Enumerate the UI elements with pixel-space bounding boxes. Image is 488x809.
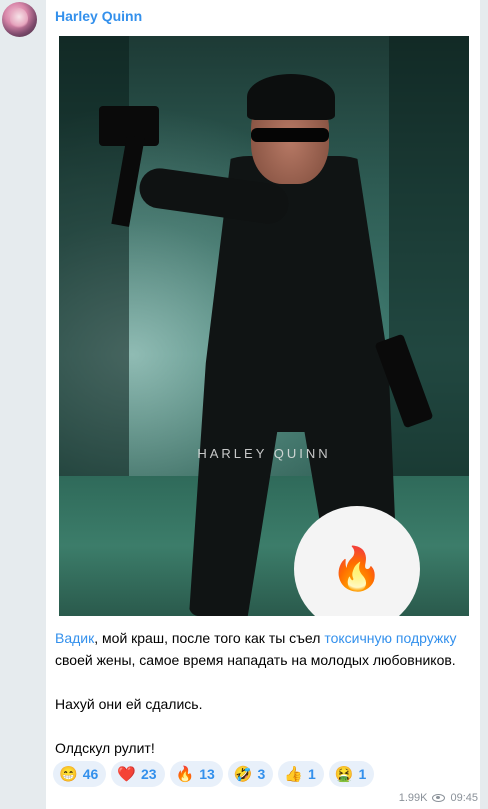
- inline-link[interactable]: токсичную подружку: [324, 630, 456, 646]
- reaction-rofl[interactable]: 🤣 3: [227, 761, 274, 787]
- caption-paragraph-3: Олдскул рулит!: [55, 740, 155, 756]
- reaction-thumbs-up[interactable]: 👍 1: [278, 761, 324, 787]
- mention-link[interactable]: Вадик: [55, 630, 94, 646]
- reaction-vomit[interactable]: 🤮 1: [328, 761, 375, 787]
- message-caption: Вадик, мой краш, после того как ты съел …: [55, 627, 473, 759]
- rofl-emoji-icon: 🤣: [233, 765, 253, 783]
- photo-watermark: HARLEY QUINN: [197, 446, 331, 461]
- caption-paragraph-2: Нахуй они ей сдались.: [55, 696, 203, 712]
- reaction-count: 13: [199, 766, 215, 782]
- photo-wall-panel: [59, 36, 129, 476]
- reaction-grin[interactable]: 😁 46: [53, 761, 107, 787]
- sender-name[interactable]: Harley Quinn: [55, 8, 142, 24]
- reaction-fire[interactable]: 🔥 13: [169, 761, 223, 787]
- vomit-emoji-icon: 🤮: [334, 765, 354, 783]
- fire-emoji-icon: 🔥: [175, 765, 195, 783]
- photo-figure-beanie: [247, 74, 335, 120]
- reaction-count: 23: [140, 766, 157, 782]
- reaction-count: 1: [307, 766, 316, 782]
- message-time: 09:45: [450, 792, 478, 804]
- message-meta: 1.99K 09:45: [399, 792, 478, 804]
- avatar[interactable]: [2, 2, 37, 37]
- heart-emoji-icon: ❤️: [117, 765, 136, 783]
- reaction-count: 1: [358, 766, 367, 782]
- grin-emoji-icon: 😁: [59, 765, 78, 783]
- thumbs-up-emoji-icon: 👍: [284, 765, 303, 783]
- reaction-count: 46: [82, 766, 99, 782]
- caption-text: , мой краш, после того как ты съел: [94, 630, 325, 646]
- view-count: 1.99K: [398, 792, 428, 804]
- message-photo[interactable]: HARLEY QUINN 🔥: [59, 36, 469, 616]
- caption-paragraph-1: Вадик, мой краш, после того как ты съел …: [55, 627, 473, 671]
- reactions-bar: 😁 46 ❤️ 23 🔥 13 🤣 3 👍 1 🤮 1: [53, 761, 375, 787]
- reaction-heart[interactable]: ❤️ 23: [111, 761, 165, 787]
- photo-figure-sunglasses: [251, 128, 329, 142]
- caption-text: своей жены, самое время нападать на моло…: [55, 652, 456, 668]
- reaction-count: 3: [257, 766, 266, 782]
- eye-icon: [432, 794, 446, 802]
- fire-icon: 🔥: [330, 545, 384, 592]
